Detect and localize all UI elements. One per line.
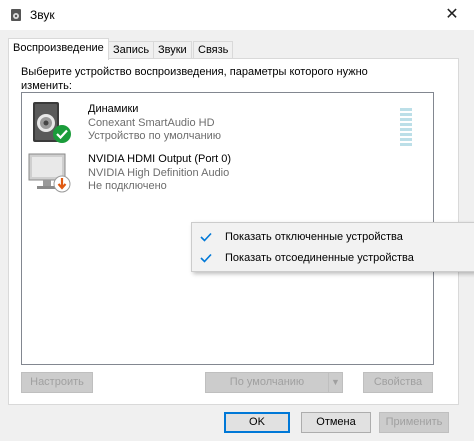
speaker-app-icon: [11, 9, 21, 21]
volume-meter: [400, 108, 412, 148]
cancel-button[interactable]: Отмена: [301, 412, 371, 433]
window-title: Звук: [30, 8, 55, 22]
tab-communications[interactable]: Связь: [193, 41, 234, 59]
ok-button[interactable]: OK: [224, 412, 290, 433]
properties-button[interactable]: Свойства: [363, 372, 433, 393]
tab-recording[interactable]: Запись: [108, 41, 155, 59]
disconnected-arrow-badge: [53, 175, 71, 193]
tab-playback[interactable]: Воспроизведение: [8, 38, 109, 60]
close-button[interactable]: ✕: [440, 4, 464, 26]
title-bar: Звук ✕: [0, 0, 474, 30]
close-icon: ✕: [445, 6, 459, 23]
tab-sounds[interactable]: Звуки: [153, 41, 192, 59]
device-status: Устройство по умолчанию: [88, 130, 222, 142]
instruction-text: Выберите устройство воспроизведения, пар…: [21, 66, 368, 92]
checkmark-icon: [200, 232, 212, 242]
set-default-button[interactable]: По умолчанию: [205, 372, 329, 393]
monitor-icon: [28, 153, 71, 193]
menu-item-show-disconnected[interactable]: Показать отсоединенные устройства: [192, 247, 474, 269]
list-item-hdmi[interactable]: NVIDIA HDMI Output (Port 0) NVIDIA High …: [26, 150, 426, 198]
speaker-icon: [33, 102, 71, 143]
menu-item-label: Показать отсоединенные устройства: [225, 252, 414, 264]
set-default-dropdown[interactable]: ▼: [328, 372, 343, 393]
menu-item-show-disabled[interactable]: Показать отключенные устройства: [192, 226, 474, 248]
device-driver: Conexant SmartAudio HD: [88, 117, 215, 129]
device-name: NVIDIA HDMI Output (Port 0): [88, 153, 232, 165]
device-name: Динамики: [88, 103, 139, 115]
context-menu: Показать отключенные устройства Показать…: [191, 222, 474, 272]
default-check-badge: [53, 125, 71, 143]
device-driver: NVIDIA High Definition Audio: [88, 167, 230, 179]
menu-item-label: Показать отключенные устройства: [225, 231, 403, 243]
chevron-down-icon: ▼: [331, 377, 340, 387]
apply-button[interactable]: Применить: [379, 412, 449, 433]
checkmark-icon: [200, 253, 212, 263]
device-status: Не подключено: [88, 180, 167, 192]
list-item-speakers[interactable]: Динамики Conexant SmartAudio HD Устройст…: [26, 100, 426, 148]
configure-button[interactable]: Настроить: [21, 372, 93, 393]
